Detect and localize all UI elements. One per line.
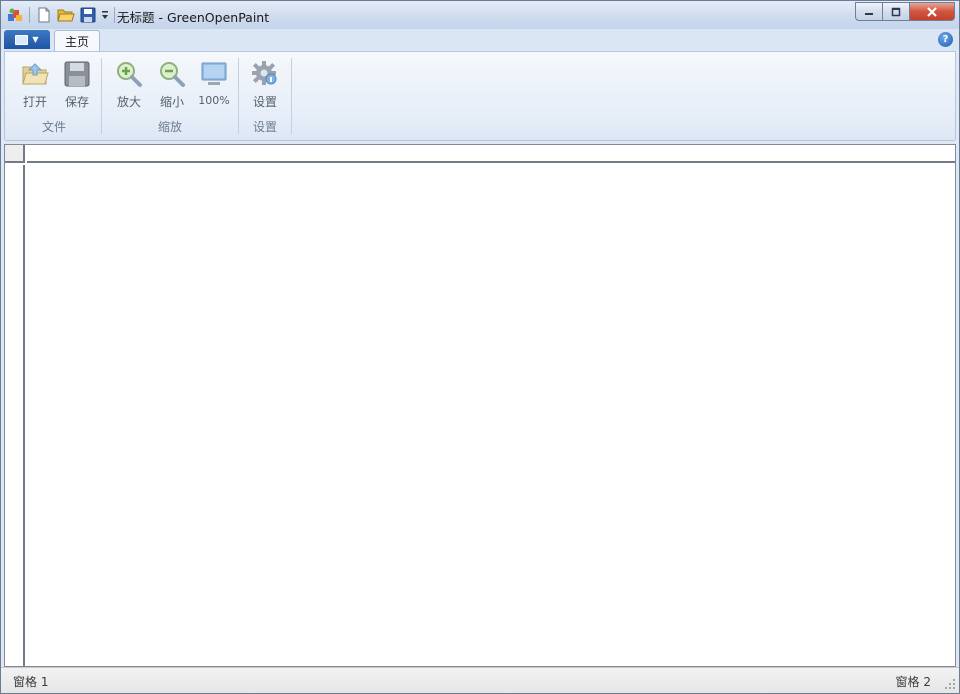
zoom-out-button[interactable]: 缩小: [152, 58, 192, 110]
ribbon-group-label: 缩放: [157, 120, 182, 134]
zoom-out-icon: [156, 58, 188, 89]
quick-access-toolbar: [5, 5, 117, 25]
close-button[interactable]: [909, 2, 955, 21]
zoom-in-label: 放大: [116, 95, 141, 109]
save-button[interactable]: 保存: [57, 58, 97, 110]
zoom-in-icon: [113, 58, 145, 89]
drawing-canvas[interactable]: [27, 165, 955, 666]
application-menu-button[interactable]: ▼: [4, 30, 50, 49]
ribbon-tab-row: ▼ 主页 ?: [1, 29, 959, 52]
window-title: 无标题 - GreenOpenPaint: [117, 10, 270, 25]
status-pane-2: 窗格 2: [895, 675, 931, 689]
open-folder-icon[interactable]: [56, 5, 76, 25]
help-icon[interactable]: ?: [938, 32, 953, 47]
resize-grip-icon[interactable]: [944, 678, 956, 690]
open-button[interactable]: 打开: [15, 58, 55, 110]
window-controls: [855, 2, 955, 21]
gear-icon: [249, 58, 281, 89]
ribbon-group-zoom: 放大 缩小 100% 缩放: [103, 56, 237, 138]
vertical-ruler[interactable]: [5, 165, 25, 666]
open-folder-icon: [19, 58, 51, 89]
save-label: 保存: [64, 95, 89, 109]
chevron-down-icon: ▼: [32, 35, 39, 44]
app-menu-icon: [15, 34, 29, 45]
open-label: 打开: [22, 95, 47, 109]
group-divider: [101, 58, 102, 134]
zoom-out-label: 缩小: [159, 95, 184, 109]
app-window: 无标题 - GreenOpenPaint ▼ 主页 ? 打开 保存 文件 放大 …: [0, 0, 960, 694]
zoom-100-label: 100%: [198, 94, 230, 107]
title-bar: 无标题 - GreenOpenPaint: [1, 1, 959, 29]
ribbon-panel: 打开 保存 文件 放大 缩小 100% 缩放 设置 设置: [4, 51, 956, 141]
settings-label: 设置: [252, 95, 277, 109]
canvas-area: [4, 144, 956, 667]
app-icon[interactable]: [5, 5, 25, 25]
minimize-button[interactable]: [855, 2, 882, 21]
new-file-icon[interactable]: [34, 5, 54, 25]
zoom-in-button[interactable]: 放大: [109, 58, 149, 110]
save-disk-icon: [61, 58, 93, 89]
ruler-corner: [5, 145, 25, 163]
customize-dropdown-icon[interactable]: [100, 5, 110, 25]
tab-home[interactable]: 主页: [54, 30, 100, 52]
ribbon-group-file: 打开 保存 文件: [7, 56, 101, 138]
group-divider: [291, 58, 292, 134]
status-bar: 窗格 1 窗格 2: [1, 667, 959, 693]
save-icon[interactable]: [78, 5, 98, 25]
qat-separator: [29, 7, 30, 23]
horizontal-ruler[interactable]: [27, 145, 955, 163]
status-pane-1: 窗格 1: [13, 675, 49, 689]
group-divider: [238, 58, 239, 134]
monitor-icon: [198, 58, 230, 90]
ribbon-group-settings: 设置 设置: [240, 56, 290, 138]
ribbon-group-label: 设置: [252, 120, 277, 134]
settings-button[interactable]: 设置: [245, 58, 285, 110]
qat-separator: [114, 7, 115, 23]
maximize-button[interactable]: [882, 2, 909, 21]
zoom-100-button[interactable]: 100%: [194, 58, 234, 110]
ribbon-group-label: 文件: [41, 120, 66, 134]
